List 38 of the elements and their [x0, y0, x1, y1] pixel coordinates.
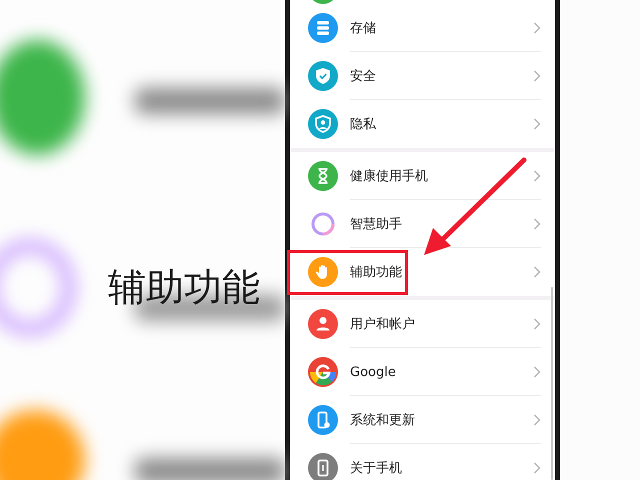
item-label: 辅助功能 [350, 264, 403, 281]
item-label: 用户和帐户 [350, 316, 416, 333]
settings-item[interactable]: 辅助功能 [290, 248, 555, 296]
google-g-icon [308, 357, 338, 387]
settings-item[interactable]: 健康使用手机 [290, 152, 555, 200]
storage-stack-icon [308, 13, 338, 43]
chevron-icon [533, 414, 541, 426]
settings-item[interactable]: 存储 [290, 4, 555, 52]
shield-person-icon [308, 109, 338, 139]
chevron-icon [533, 366, 541, 378]
settings-item[interactable]: 安全 [290, 52, 555, 100]
settings-item[interactable]: 用户和帐户 [290, 300, 555, 348]
hourglass-icon [308, 161, 338, 191]
item-label: 关于手机 [350, 460, 403, 477]
settings-item[interactable]: 隐私 [290, 100, 555, 148]
chevron-icon [533, 266, 541, 278]
item-label: 存储 [350, 20, 377, 37]
item-label: 安全 [350, 68, 377, 85]
shield-check-icon [308, 61, 338, 91]
settings-item[interactable]: 关于手机 [290, 444, 555, 480]
hand-icon [308, 257, 338, 287]
phone-gear-icon [308, 405, 338, 435]
settings-item[interactable]: 系统和更新 [290, 396, 555, 444]
item-label: 隐私 [350, 116, 377, 133]
chevron-icon [533, 22, 541, 34]
user-icon [308, 309, 338, 339]
item-label: Google [350, 364, 397, 380]
chevron-icon [533, 318, 541, 330]
chevron-icon [533, 118, 541, 130]
chevron-icon [533, 170, 541, 182]
chevron-icon [533, 70, 541, 82]
chevron-icon [533, 218, 541, 230]
settings-item[interactable]: Google [290, 348, 555, 396]
item-label: 健康使用手机 [350, 168, 429, 185]
item-label: 智慧助手 [350, 216, 403, 233]
caption-text: 辅助功能 [108, 264, 260, 311]
item-label: 系统和更新 [350, 412, 416, 429]
chevron-icon [533, 462, 541, 474]
